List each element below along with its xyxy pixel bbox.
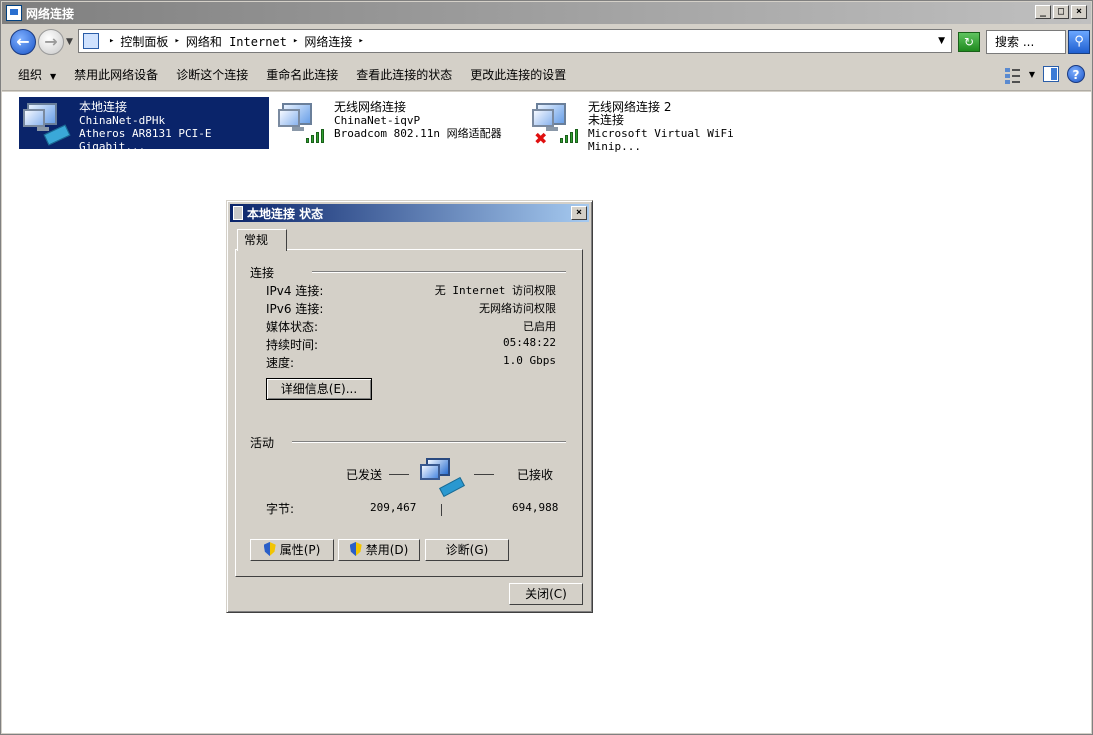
wireless-disconnected-icon: ✖ (532, 101, 582, 148)
search-input[interactable]: 搜索 ... (986, 30, 1066, 54)
address-bar[interactable]: ▸ 控制面板 ▸ 网络和 Internet ▸ 网络连接 ▸ ▼ (78, 29, 952, 53)
connection-name: 无线网络连接 (334, 100, 407, 114)
uac-shield-icon (263, 542, 276, 556)
chevron-right-icon[interactable]: ▸ (174, 36, 179, 46)
breadcrumb-network-internet[interactable]: 网络和 Internet (186, 33, 287, 50)
network-folder-icon (6, 5, 22, 21)
tab-general[interactable]: 常规 (237, 229, 287, 251)
views-dropdown-icon[interactable]: ▼ (1029, 70, 1035, 79)
history-dropdown-icon[interactable]: ▼ (66, 37, 73, 47)
bytes-received-value: 694,988 (512, 501, 559, 514)
connection-name: 本地连接 (79, 100, 128, 114)
bytes-label: 字节: (266, 502, 295, 516)
bytes-divider (441, 504, 442, 516)
connection-group-label: 连接 (250, 266, 275, 280)
view-status-button[interactable]: 查看此连接的状态 (356, 66, 452, 83)
network-activity-icon (420, 456, 468, 500)
disable-device-button[interactable]: 禁用此网络设备 (74, 66, 158, 83)
connection-adapter: Atheros AR8131 PCI-E Gigabit... (79, 127, 212, 153)
disable-button[interactable]: 禁用(D) (338, 539, 420, 561)
plug-icon (233, 206, 243, 220)
dialog-title: 本地连接 状态 (247, 206, 324, 221)
media-state-row: 媒体状态: 已启用 (266, 318, 556, 336)
general-tab-panel: 连接 IPv4 连接: 无 Internet 访问权限 IPv6 连接: 无网络… (235, 249, 583, 577)
ipv6-label: IPv6 连接: (266, 302, 324, 316)
wired-network-icon (23, 101, 73, 146)
ipv4-value: 无 Internet 访问权限 (434, 284, 556, 297)
command-bar: 组织 ▼ 禁用此网络设备 诊断这个连接 重命名此连接 查看此连接的状态 更改此连接… (2, 59, 1091, 91)
views-icon[interactable] (1003, 66, 1021, 82)
help-icon[interactable]: ? (1067, 65, 1085, 83)
connection-adapter: Broadcom 802.11n 网络适配器 (334, 127, 502, 140)
sent-label: 已发送 (346, 468, 383, 482)
chevron-down-icon: ▼ (50, 72, 57, 81)
ipv6-value: 无网络访问权限 (479, 302, 556, 315)
ipv4-label: IPv4 连接: (266, 284, 324, 298)
media-state-value: 已启用 (523, 320, 556, 333)
connection-network: ChinaNet-dPHk (79, 114, 166, 127)
media-state-label: 媒体状态: (266, 320, 319, 334)
disconnected-x-icon: ✖ (534, 129, 548, 148)
breadcrumb-network-connections[interactable]: 网络连接 (304, 33, 352, 50)
dialog-titlebar[interactable]: 本地连接 状态 × (230, 204, 589, 222)
connection-item-wireless-2[interactable]: ✖ 无线网络连接 2 未连接 Microsoft Virtual WiFi Mi… (528, 97, 788, 153)
speed-value: 1.0 Gbps (503, 354, 556, 367)
speed-label: 速度: (266, 356, 295, 370)
forward-button[interactable]: → (38, 29, 64, 55)
chevron-right-icon[interactable]: ▸ (109, 36, 114, 46)
connection-network: 未连接 (588, 113, 625, 127)
ipv4-row: IPv4 连接: 无 Internet 访问权限 (266, 282, 556, 300)
activity-group-label: 活动 (250, 436, 275, 450)
diagnose-connection-button[interactable]: 诊断这个连接 (176, 66, 248, 83)
change-settings-button[interactable]: 更改此连接的设置 (470, 66, 566, 83)
wireless-network-icon (278, 101, 328, 145)
group-divider (312, 271, 566, 273)
duration-value: 05:48:22 (503, 336, 556, 349)
connection-item-wireless[interactable]: 无线网络连接 ChinaNet-iqvP Broadcom 802.11n 网络… (274, 97, 514, 149)
search-icon[interactable]: ⚲ (1068, 30, 1090, 54)
rename-connection-button[interactable]: 重命名此连接 (266, 66, 338, 83)
uac-shield-icon (349, 542, 362, 556)
ipv6-row: IPv6 连接: 无网络访问权限 (266, 300, 556, 318)
window-titlebar[interactable]: 网络连接 _ □ × (2, 2, 1091, 24)
close-dialog-button[interactable]: 关闭(C) (509, 583, 583, 605)
received-line (474, 474, 494, 475)
breadcrumb-control-panel[interactable]: 控制面板 (120, 33, 168, 50)
connection-network: ChinaNet-iqvP (334, 114, 421, 127)
details-button[interactable]: 详细信息(E)... (266, 378, 372, 400)
group-divider (292, 441, 566, 443)
window-title: 网络连接 (26, 6, 75, 21)
bytes-sent-value: 209,467 (370, 501, 417, 514)
back-button[interactable]: ← (10, 29, 36, 55)
maximize-button[interactable]: □ (1053, 5, 1069, 19)
duration-row: 持续时间: 05:48:22 (266, 336, 556, 354)
dialog-close-button[interactable]: × (571, 206, 587, 220)
refresh-button[interactable]: ↻ (958, 32, 980, 52)
chevron-right-icon[interactable]: ▸ (358, 36, 363, 46)
control-panel-icon (83, 33, 99, 49)
breadcrumb: ▸ 控制面板 ▸ 网络和 Internet ▸ 网络连接 ▸ (103, 33, 370, 50)
address-row: ← → ▼ ▸ 控制面板 ▸ 网络和 Internet ▸ 网络连接 ▸ ▼ ↻… (2, 25, 1091, 59)
address-dropdown-icon[interactable]: ▼ (938, 36, 945, 46)
close-button[interactable]: × (1071, 5, 1087, 19)
speed-row: 速度: 1.0 Gbps (266, 354, 556, 372)
duration-label: 持续时间: (266, 338, 319, 352)
preview-pane-icon[interactable] (1043, 66, 1059, 82)
sent-line (389, 474, 409, 475)
connection-item-local[interactable]: 本地连接 ChinaNet-dPHk Atheros AR8131 PCI-E … (19, 97, 269, 153)
chevron-right-icon[interactable]: ▸ (293, 36, 298, 46)
minimize-button[interactable]: _ (1035, 5, 1051, 19)
received-label: 已接收 (517, 468, 554, 482)
properties-button[interactable]: 属性(P) (250, 539, 334, 561)
local-connection-status-dialog: 本地连接 状态 × 常规 连接 IPv4 连接: 无 Internet 访问权限… (226, 200, 593, 613)
connection-adapter: Microsoft Virtual WiFi Minip... (588, 127, 734, 153)
organize-menu[interactable]: 组织 ▼ (18, 66, 56, 83)
diagnose-button[interactable]: 诊断(G) (425, 539, 509, 561)
